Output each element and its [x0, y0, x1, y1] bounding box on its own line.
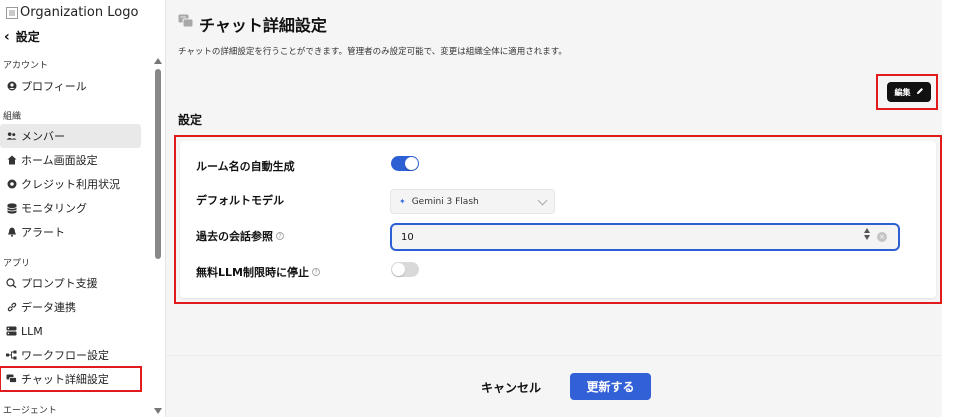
help-icon[interactable]: ? [311, 268, 320, 276]
section-label-account: アカウント [3, 61, 49, 71]
cancel-button[interactable]: キャンセル [471, 375, 551, 399]
stop-on-free-limit-label: 無料LLM制限時に停止 ? [196, 264, 320, 280]
sidebar-item-monitoring[interactable]: モニタリング [0, 196, 141, 220]
chevron-left-icon: ‹ [4, 28, 10, 45]
sidebar-scrollbar[interactable] [154, 58, 163, 414]
broken-image-icon [6, 6, 18, 19]
organization-logo: Organization Logo [6, 5, 138, 20]
chat-header-icon [178, 14, 194, 30]
sidebar-item-chat-settings[interactable]: チャット詳細設定 [0, 366, 142, 392]
history-ref-input[interactable]: 10 × [390, 223, 900, 251]
credit-icon [6, 179, 17, 190]
sidebar-item-profile[interactable]: プロフィール [0, 74, 141, 98]
bell-icon [6, 227, 17, 238]
help-icon[interactable]: ? [276, 232, 284, 240]
server-icon [6, 326, 17, 337]
sidebar-item-members[interactable]: メンバー [0, 124, 141, 148]
page-description: チャットの詳細設定を行うことができます。管理者のみ設定可能で、変更は組織全体に適… [178, 47, 567, 57]
home-icon [6, 155, 17, 166]
right-edge [942, 0, 955, 417]
people-icon [6, 131, 17, 142]
sidebar-item-llm[interactable]: LLM [0, 319, 141, 343]
scroll-thumb[interactable] [155, 69, 161, 259]
sidebar: Organization Logo ‹ 設定 アカウント プロフィール 組織 メ… [0, 0, 166, 417]
stepper-up-icon[interactable] [864, 228, 870, 233]
auto-room-name-label: ルーム名の自動生成 [196, 160, 295, 173]
app-frame: Organization Logo ‹ 設定 アカウント プロフィール 組織 メ… [0, 0, 955, 417]
gemini-spark-icon: ✦ [399, 197, 406, 206]
toggle-knob [392, 263, 405, 276]
default-model-label: デフォルトモデル [196, 194, 284, 207]
prompt-icon [6, 278, 17, 289]
stop-on-free-limit-toggle[interactable] [391, 262, 419, 277]
sidebar-item-workflow[interactable]: ワークフロー設定 [0, 343, 141, 367]
clear-input-icon[interactable]: × [877, 232, 887, 242]
main-content: チャット詳細設定 チャットの詳細設定を行うことができます。管理者のみ設定可能で、… [166, 0, 942, 417]
workflow-icon [6, 350, 17, 361]
footer-divider [166, 355, 942, 356]
update-button[interactable]: 更新する [570, 373, 651, 400]
back-label: 設定 [15, 30, 40, 44]
history-ref-label: 過去の会話参照 ? [196, 228, 284, 244]
section-label-org: 組織 [3, 112, 22, 122]
pencil-icon [916, 87, 924, 97]
scroll-up-arrow-icon[interactable] [154, 58, 162, 64]
link-icon [6, 302, 17, 313]
edit-button[interactable]: 編集 [887, 82, 931, 102]
sidebar-item-home-settings[interactable]: ホーム画面設定 [0, 148, 141, 172]
back-to-settings[interactable]: ‹ 設定 [4, 28, 40, 45]
section-label-app: アプリ [3, 259, 31, 269]
default-model-select[interactable]: ✦ Gemini 3 Flash [390, 189, 555, 214]
toggle-knob [405, 157, 418, 170]
chat-icon [6, 374, 17, 385]
page-title: チャット詳細設定 [199, 16, 327, 35]
sidebar-item-data-integration[interactable]: データ連携 [0, 295, 141, 319]
settings-card: ルーム名の自動生成 デフォルトモデル ✦ Gemini 3 Flash 過去の会… [180, 141, 936, 298]
chevron-down-icon [537, 195, 548, 206]
settings-highlight-box: ルーム名の自動生成 デフォルトモデル ✦ Gemini 3 Flash 過去の会… [174, 135, 942, 304]
edit-button-highlight: 編集 [876, 74, 938, 110]
user-circle-icon [6, 81, 17, 92]
sidebar-item-alert[interactable]: アラート [0, 220, 141, 244]
organization-logo-alt: Organization Logo [20, 5, 139, 20]
database-icon [6, 202, 17, 214]
stepper-down-icon[interactable] [864, 235, 870, 240]
sidebar-item-credit-usage[interactable]: クレジット利用状況 [0, 172, 141, 196]
auto-room-name-toggle[interactable] [391, 156, 419, 171]
section-label-agent: エージェント [3, 406, 57, 416]
sidebar-item-prompt-support[interactable]: プロンプト支援 [0, 271, 141, 295]
number-stepper[interactable] [864, 228, 870, 240]
settings-section-title: 設定 [178, 113, 203, 127]
scroll-down-arrow-icon[interactable] [154, 408, 162, 414]
